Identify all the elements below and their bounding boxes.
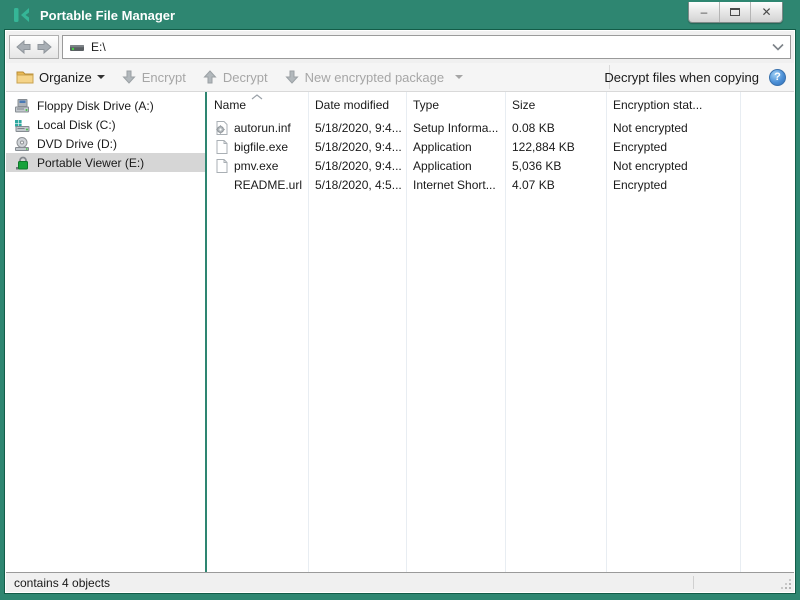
help-glyph: ? <box>774 71 781 83</box>
organize-label: Organize <box>39 69 92 85</box>
column-header-name[interactable]: Name <box>207 98 308 112</box>
toolbar: Organize Encrypt Decrypt New encrypted p… <box>6 63 794 92</box>
close-button[interactable]: ✕ <box>751 2 782 22</box>
kaspersky-logo-icon <box>12 5 32 25</box>
status-bar: contains 4 objects <box>6 572 794 592</box>
new-encrypted-package-label: New encrypted package <box>304 69 445 85</box>
resize-grip[interactable] <box>780 578 792 590</box>
column-header-encryption-status[interactable]: Encryption stat... <box>606 98 740 112</box>
sidebar-item-label: Portable Viewer (E:) <box>37 155 145 170</box>
navigation-bar: E:\ <box>6 31 794 63</box>
sidebar-item-label: Local Disk (C:) <box>37 117 116 132</box>
file-name: autorun.inf <box>234 120 291 135</box>
file-icon <box>214 158 230 174</box>
nav-buttons <box>9 35 59 59</box>
setup-file-icon <box>214 120 230 136</box>
window-controls: – ✕ <box>688 2 783 23</box>
file-type: Internet Short... <box>413 177 496 192</box>
file-date: 5/18/2020, 9:4... <box>315 158 402 173</box>
help-icon[interactable]: ? <box>769 68 786 86</box>
maximize-icon <box>730 8 740 16</box>
drive-sidebar: Floppy Disk Drive (A:) Local Disk (C:) D… <box>6 92 205 572</box>
main-area: Floppy Disk Drive (A:) Local Disk (C:) D… <box>6 92 794 572</box>
lock-icon <box>14 155 30 171</box>
list-header: Name Date modified Type Size Encryption … <box>207 92 794 118</box>
sidebar-item-local-c[interactable]: Local Disk (C:) <box>6 115 205 134</box>
file-size: 4.07 KB <box>512 177 555 192</box>
file-name: pmv.exe <box>234 158 279 173</box>
arrow-down-icon <box>284 70 299 84</box>
toolbar-right-section: Decrypt files when copying ? <box>604 63 786 91</box>
file-encryption-status: Not encrypted <box>613 158 688 173</box>
file-name: README.url <box>234 177 303 192</box>
file-name: bigfile.exe <box>234 139 289 154</box>
sidebar-item-portable-e[interactable]: Portable Viewer (E:) <box>6 153 205 172</box>
file-type: Application <box>413 139 472 154</box>
sidebar-item-floppy-a[interactable]: Floppy Disk Drive (A:) <box>6 96 205 115</box>
file-date: 5/18/2020, 4:5... <box>315 177 402 192</box>
file-type: Application <box>413 158 472 173</box>
file-list: Name Date modified Type Size Encryption … <box>207 92 794 572</box>
column-header-type[interactable]: Type <box>406 98 505 112</box>
file-size: 0.08 KB <box>512 120 555 135</box>
column-header-date-modified[interactable]: Date modified <box>308 98 406 112</box>
arrow-up-icon <box>203 70 217 84</box>
portable-file-manager-window: Portable File Manager – ✕ E:\ Organize E… <box>0 0 800 600</box>
minimize-icon: – <box>700 5 708 19</box>
file-row-bigfile[interactable]: bigfile.exe 5/18/2020, 9:4... Applicatio… <box>207 137 794 156</box>
encrypt-button[interactable]: Encrypt <box>121 69 186 85</box>
file-encryption-status: Encrypted <box>613 139 668 154</box>
decrypt-when-copying-label: Decrypt files when copying <box>604 69 759 85</box>
encrypt-label: Encrypt <box>141 69 186 85</box>
dvd-drive-icon <box>14 136 30 152</box>
title-bar[interactable]: Portable File Manager – ✕ <box>0 0 800 30</box>
file-icon <box>214 139 230 155</box>
file-row-autorun[interactable]: autorun.inf 5/18/2020, 9:4... Setup Info… <box>207 118 794 137</box>
file-encryption-status: Encrypted <box>613 177 668 192</box>
file-size: 122,884 KB <box>512 139 575 154</box>
close-icon: ✕ <box>761 5 772 19</box>
hard-disk-icon <box>14 117 30 133</box>
file-date: 5/18/2020, 9:4... <box>315 139 402 154</box>
decrypt-label: Decrypt <box>222 69 268 85</box>
file-size: 5,036 KB <box>512 158 562 173</box>
blank-icon-placeholder <box>214 177 230 193</box>
arrow-down-icon <box>122 70 136 84</box>
file-encryption-status: Not encrypted <box>613 120 688 135</box>
sidebar-item-dvd-d[interactable]: DVD Drive (D:) <box>6 134 205 153</box>
new-encrypted-package-button[interactable]: New encrypted package <box>284 69 464 85</box>
organize-button[interactable]: Organize <box>16 70 105 85</box>
sidebar-item-label: DVD Drive (D:) <box>37 136 117 151</box>
sort-ascending-icon <box>251 94 263 100</box>
minimize-button[interactable]: – <box>689 2 720 22</box>
file-row-readme[interactable]: README.url 5/18/2020, 4:5... Internet Sh… <box>207 175 794 194</box>
file-date: 5/18/2020, 9:4... <box>315 120 402 135</box>
status-text: contains 4 objects <box>14 575 111 590</box>
back-button[interactable] <box>15 39 32 55</box>
column-header-size[interactable]: Size <box>505 98 606 112</box>
file-type: Setup Informa... <box>413 120 499 135</box>
organize-dropdown-icon <box>96 75 105 79</box>
status-separator <box>693 576 694 589</box>
address-dropdown-icon[interactable] <box>772 43 784 51</box>
folder-icon <box>16 71 34 84</box>
file-row-pmv[interactable]: pmv.exe 5/18/2020, 9:4... Application 5,… <box>207 156 794 175</box>
address-bar[interactable]: E:\ <box>62 35 791 59</box>
decrypt-button[interactable]: Decrypt <box>202 69 268 85</box>
new-encrypted-package-dropdown-icon <box>455 75 464 79</box>
floppy-drive-icon <box>14 98 30 114</box>
address-text: E:\ <box>91 40 106 54</box>
maximize-button[interactable] <box>720 2 751 22</box>
sidebar-item-label: Floppy Disk Drive (A:) <box>37 98 154 113</box>
window-title: Portable File Manager <box>40 7 176 23</box>
drive-icon <box>70 44 84 51</box>
window-body: E:\ Organize Encrypt Decrypt New encrypt… <box>4 29 796 594</box>
forward-button[interactable] <box>36 39 53 55</box>
